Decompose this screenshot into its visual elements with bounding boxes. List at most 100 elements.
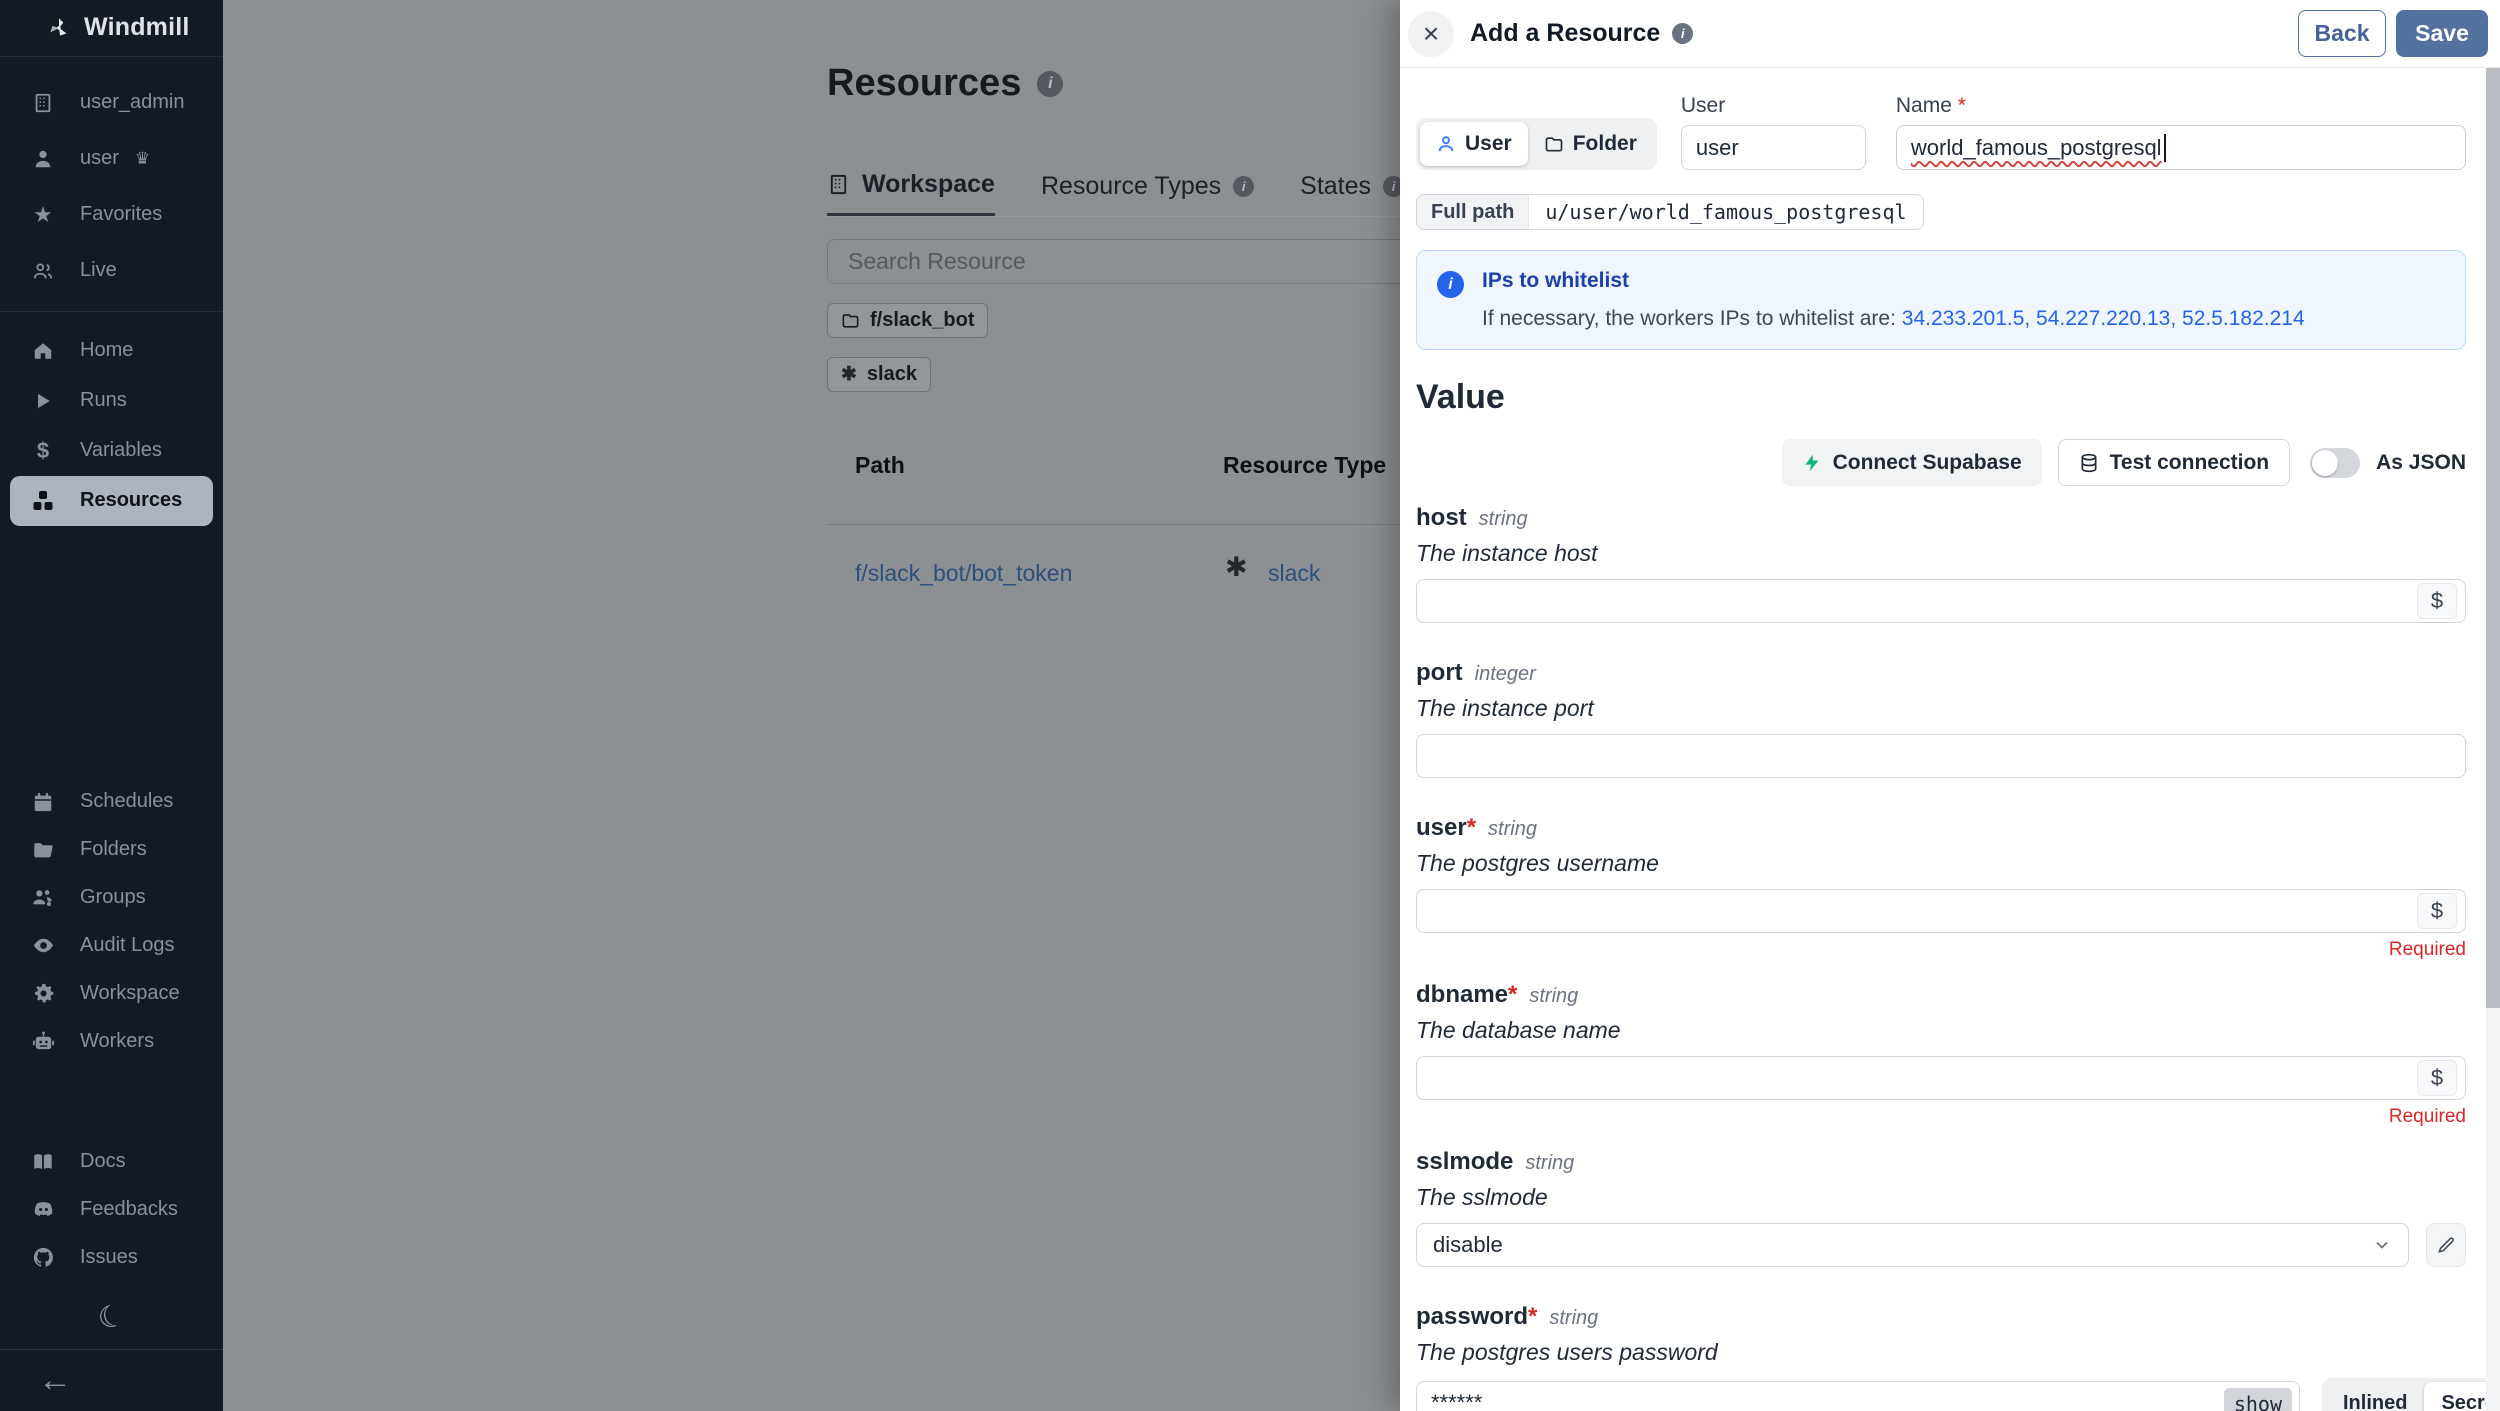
sidebar-item-runs[interactable]: Runs xyxy=(0,376,223,426)
calendar-icon xyxy=(30,791,56,813)
owner-user-input[interactable] xyxy=(1681,125,1866,170)
field-description: The database name xyxy=(1416,1017,2466,1044)
sidebar-item-home[interactable]: Home xyxy=(0,326,223,376)
field-input[interactable] xyxy=(1416,579,2466,623)
inlined-option[interactable]: Inlined xyxy=(2326,1382,2424,1411)
folder-icon xyxy=(30,839,56,861)
resource-path-link[interactable]: f/slack_bot/bot_token xyxy=(855,560,1072,587)
user-icon xyxy=(30,148,56,170)
password-input[interactable] xyxy=(1416,1381,2300,1411)
sidebar-item-variables[interactable]: $ Variables xyxy=(0,426,223,476)
pencil-icon xyxy=(2436,1235,2456,1255)
book-icon xyxy=(30,1151,56,1173)
field-description: The postgres users password xyxy=(1416,1339,2466,1366)
insert-variable-button[interactable]: $ xyxy=(2417,1060,2457,1096)
eye-icon xyxy=(30,934,56,957)
chevron-down-icon xyxy=(2372,1235,2392,1255)
folder-filter-chip[interactable]: f/slack_bot xyxy=(827,303,988,338)
field-input[interactable] xyxy=(1416,734,2466,778)
field-type: integer xyxy=(1475,663,1536,686)
gear-icon xyxy=(30,982,56,1005)
sidebar-item-audit-logs[interactable]: Audit Logs xyxy=(0,922,223,970)
slack-icon: ✱ xyxy=(841,363,857,386)
sidebar-item-docs[interactable]: Docs xyxy=(0,1138,223,1186)
resource-field: sslmode string The sslmode disable xyxy=(1416,1148,2466,1267)
tab-workspace[interactable]: Workspace xyxy=(827,170,995,217)
sidebar-item-live[interactable]: Live xyxy=(0,243,223,299)
sidebar-item-issues[interactable]: Issues xyxy=(0,1234,223,1282)
drawer-body: User Folder User Name * worl xyxy=(1400,68,2500,1411)
field-name: password xyxy=(1416,1303,1528,1331)
insert-variable-button[interactable]: $ xyxy=(2417,583,2457,619)
sidebar-item-user[interactable]: user ♛ xyxy=(0,131,223,187)
insert-variable-button[interactable]: $ xyxy=(2417,893,2457,929)
full-path: Full path u/user/world_famous_postgresql xyxy=(1416,194,1924,230)
resource-type-link[interactable]: slack xyxy=(1268,560,1320,587)
text-caret xyxy=(2164,134,2166,162)
add-resource-drawer: × Add a Resource i Back Save User Folder xyxy=(1400,0,2500,1411)
field-name: port xyxy=(1416,659,1463,687)
owner-kind-toggle: User Folder xyxy=(1416,118,1657,170)
field-type: string xyxy=(1549,1307,1598,1330)
sidebar-item-workers[interactable]: Workers xyxy=(0,1018,223,1066)
robot-icon xyxy=(30,1030,56,1053)
discord-icon xyxy=(30,1198,56,1221)
resource-field: user* string The postgres username $ Req… xyxy=(1416,814,2466,961)
brand[interactable]: Windmill xyxy=(0,0,223,57)
sidebar-item-workspace[interactable]: Workspace xyxy=(0,970,223,1018)
tab-states[interactable]: States i xyxy=(1300,170,1404,217)
sidebar-item-workspace-picker[interactable]: user_admin xyxy=(0,75,223,131)
resource-field: host string The instance host $ xyxy=(1416,504,2466,623)
dollar-icon: $ xyxy=(30,438,56,464)
full-path-label: Full path xyxy=(1417,195,1529,229)
as-json-toggle[interactable] xyxy=(2310,448,2360,478)
sidebar-item-folders[interactable]: Folders xyxy=(0,826,223,874)
field-description: The sslmode xyxy=(1416,1184,2466,1211)
resource-field: dbname* string The database name $ Requi… xyxy=(1416,981,2466,1128)
field-type: string xyxy=(1479,508,1528,531)
resource-type-filter-chip[interactable]: ✱ slack xyxy=(827,357,931,392)
resource-name-input[interactable]: world_famous_postgresql xyxy=(1896,125,2466,170)
building-icon xyxy=(30,92,56,114)
crown-icon: ♛ xyxy=(135,149,150,169)
play-icon xyxy=(30,391,56,411)
field-name: dbname xyxy=(1416,981,1508,1009)
field-input[interactable] xyxy=(1416,889,2466,933)
user-icon xyxy=(1436,134,1456,154)
field-description: The instance port xyxy=(1416,695,2466,722)
owner-user-option[interactable]: User xyxy=(1420,122,1528,166)
sslmode-select[interactable]: disable xyxy=(1416,1223,2409,1267)
field-input[interactable] xyxy=(1416,1056,2466,1100)
tab-resource-types[interactable]: Resource Types i xyxy=(1041,170,1254,217)
field-description: The instance host xyxy=(1416,540,2466,567)
info-icon: i xyxy=(1233,176,1254,197)
sidebar-item-resources[interactable]: Resources xyxy=(10,476,213,526)
sidebar-item-favorites[interactable]: ★ Favorites xyxy=(0,187,223,243)
edit-enum-button[interactable] xyxy=(2426,1223,2466,1267)
close-icon[interactable]: × xyxy=(1408,11,1454,57)
dark-mode-toggle-icon[interactable]: ☾ xyxy=(93,1296,129,1338)
field-type: string xyxy=(1529,985,1578,1008)
whitelist-ips: 34.233.201.5, 54.227.220.13, 52.5.182.21… xyxy=(1902,307,2305,330)
sidebar-item-feedbacks[interactable]: Feedbacks xyxy=(0,1186,223,1234)
test-connection-button[interactable]: Test connection xyxy=(2058,439,2290,486)
info-icon: i xyxy=(1037,71,1063,97)
drawer-title: Add a Resource i xyxy=(1470,19,1693,48)
drawer-header: × Add a Resource i Back Save xyxy=(1400,0,2500,68)
resource-fields: host string The instance host $ xyxy=(1416,504,2466,1411)
collapse-sidebar-icon[interactable]: ← xyxy=(38,1363,72,1397)
slack-icon: ✱ xyxy=(1225,552,1248,583)
connect-supabase-button[interactable]: Connect Supabase xyxy=(1782,439,2042,486)
save-button[interactable]: Save xyxy=(2396,10,2488,57)
sidebar-item-schedules[interactable]: Schedules xyxy=(0,778,223,826)
drawer-scrollbar-thumb[interactable] xyxy=(2486,68,2500,1008)
github-icon xyxy=(30,1246,56,1269)
show-password-button[interactable]: show xyxy=(2224,1388,2292,1411)
info-icon: i xyxy=(1437,271,1464,298)
owner-folder-option[interactable]: Folder xyxy=(1528,122,1653,166)
required-error: Required xyxy=(1416,939,2466,961)
back-button[interactable]: Back xyxy=(2298,10,2386,57)
folder-icon xyxy=(1544,134,1564,154)
brand-name: Windmill xyxy=(84,13,190,42)
sidebar-item-groups[interactable]: Groups xyxy=(0,874,223,922)
